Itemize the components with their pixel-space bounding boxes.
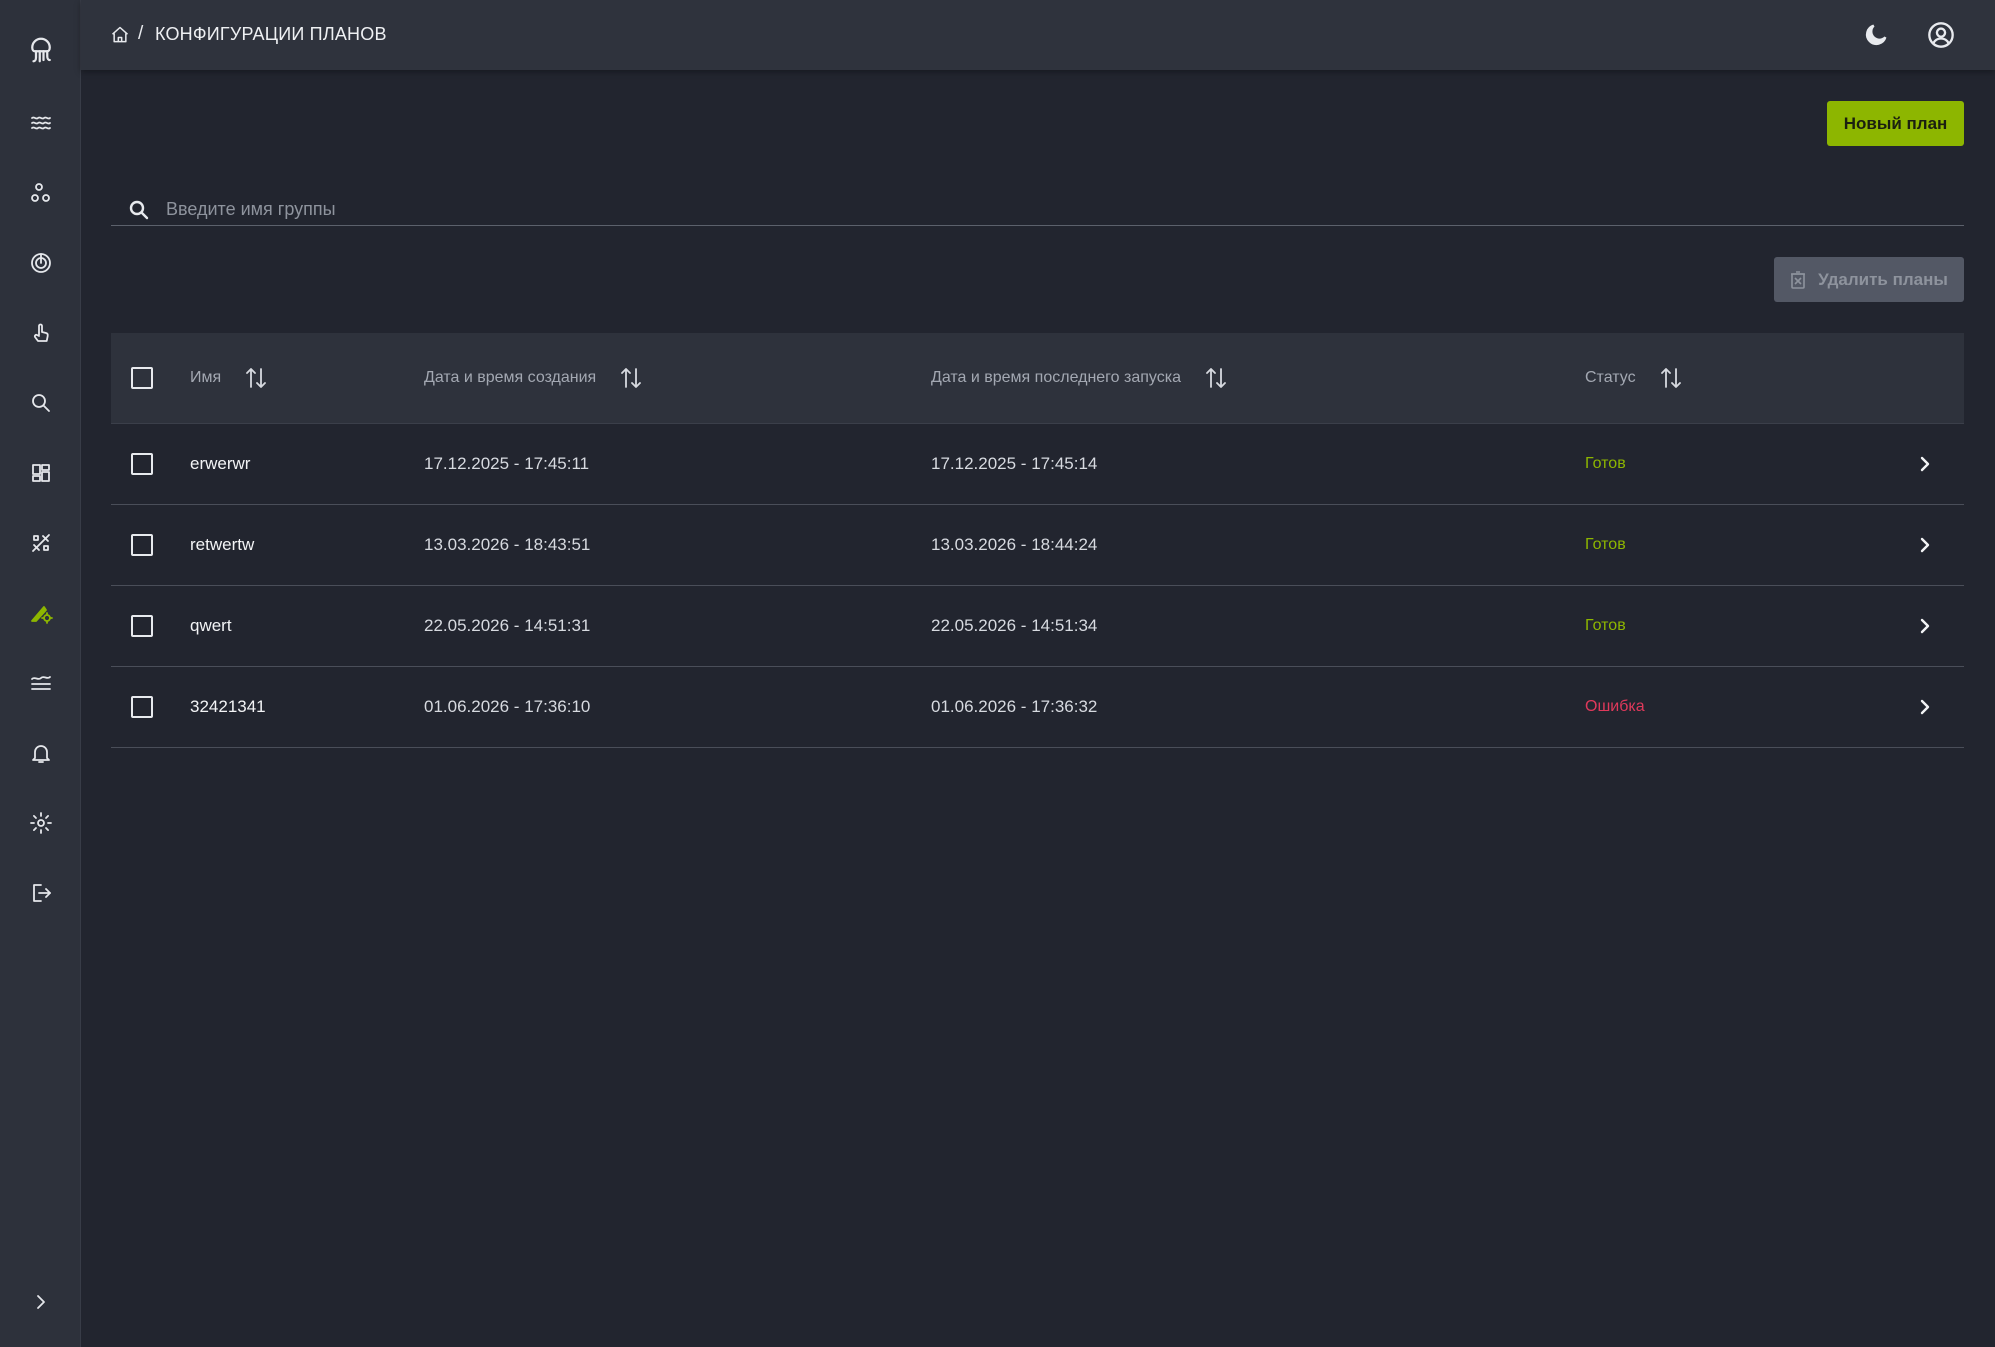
search-bar	[111, 192, 1964, 226]
column-header-last-run: Дата и время последнего запуска	[931, 333, 1227, 423]
group-search-input[interactable]	[166, 196, 1946, 222]
last-run-datetime: 01.06.2026 - 17:36:32	[931, 697, 1098, 716]
patch-icon[interactable]	[0, 515, 81, 571]
expand-sidebar-chevron-right-icon[interactable]	[0, 1274, 81, 1330]
dashboard-icon[interactable]	[0, 445, 81, 501]
table-row[interactable]: erwerwr 17.12.2025 - 17:45:11 17.12.2025…	[111, 424, 1964, 505]
bell-icon[interactable]	[0, 725, 81, 781]
column-label: Имя	[190, 369, 222, 386]
target-icon[interactable]	[0, 235, 81, 291]
table-row[interactable]: retwertw 13.03.2026 - 18:43:51 13.03.202…	[111, 505, 1964, 586]
column-header-created: Дата и время создания	[424, 333, 642, 423]
top-bar: / КОНФИГУРАЦИИ ПЛАНОВ	[81, 0, 1995, 70]
column-header-name: Имя	[190, 333, 267, 423]
column-label: Дата и время последнего запуска	[931, 369, 1181, 386]
breadcrumb-separator: /	[138, 23, 144, 44]
last-run-datetime: 13.03.2026 - 18:44:24	[931, 535, 1098, 554]
created-datetime: 13.03.2026 - 18:43:51	[424, 535, 591, 554]
status-badge: Готов	[1585, 455, 1626, 472]
table-row[interactable]: 32421341 01.06.2026 - 17:36:10 01.06.202…	[111, 667, 1964, 748]
page-title: КОНФИГУРАЦИИ ПЛАНОВ	[155, 24, 387, 44]
select-all-checkbox[interactable]	[131, 367, 153, 389]
user-profile-icon[interactable]	[1924, 18, 1958, 52]
open-row-chevron-right-icon[interactable]	[1916, 698, 1934, 716]
created-datetime: 01.06.2026 - 17:36:10	[424, 697, 591, 716]
plan-config-icon[interactable]	[0, 585, 81, 641]
row-checkbox[interactable]	[131, 453, 153, 475]
delete-plans-button[interactable]: Удалить планы	[1774, 257, 1964, 302]
layers-icon[interactable]	[0, 655, 81, 711]
theme-toggle-moon-icon[interactable]	[1859, 18, 1893, 52]
column-label: Дата и время создания	[424, 369, 597, 386]
sort-arrows-icon[interactable]	[1660, 365, 1682, 391]
last-run-datetime: 22.05.2026 - 14:51:34	[931, 616, 1098, 635]
row-checkbox[interactable]	[131, 534, 153, 556]
last-run-datetime: 17.12.2025 - 17:45:14	[931, 454, 1098, 473]
sort-arrows-icon[interactable]	[620, 365, 642, 391]
search-icon	[129, 200, 149, 220]
app-logo-icon[interactable]	[0, 21, 81, 79]
table-row[interactable]: qwert 22.05.2026 - 14:51:31 22.05.2026 -…	[111, 586, 1964, 667]
waves-icon[interactable]	[0, 95, 81, 151]
column-header-status: Статус	[1585, 333, 1682, 423]
plan-name: retwertw	[190, 535, 255, 554]
status-badge: Ошибка	[1585, 698, 1645, 715]
row-checkbox[interactable]	[131, 696, 153, 718]
gear-icon[interactable]	[0, 795, 81, 851]
sort-arrows-icon[interactable]	[245, 365, 267, 391]
plan-name: 32421341	[190, 697, 266, 716]
delete-plans-label: Удалить планы	[1818, 269, 1948, 289]
plans-table: Имя Дата и время создания Дата и время п…	[111, 333, 1964, 748]
trash-icon	[1791, 270, 1806, 289]
open-row-chevron-right-icon[interactable]	[1916, 536, 1934, 554]
row-checkbox[interactable]	[131, 615, 153, 637]
open-row-chevron-right-icon[interactable]	[1916, 617, 1934, 635]
logout-icon[interactable]	[0, 865, 81, 921]
table-header: Имя Дата и время создания Дата и время п…	[111, 333, 1964, 424]
search-icon[interactable]	[0, 375, 81, 431]
pointer-hand-icon[interactable]	[0, 305, 81, 361]
plan-name: erwerwr	[190, 454, 251, 473]
sidebar	[0, 0, 81, 1347]
nodes-icon[interactable]	[0, 165, 81, 221]
plan-name: qwert	[190, 616, 232, 635]
status-badge: Готов	[1585, 536, 1626, 553]
new-plan-button[interactable]: Новый план	[1827, 101, 1964, 146]
created-datetime: 17.12.2025 - 17:45:11	[424, 454, 590, 473]
open-row-chevron-right-icon[interactable]	[1916, 455, 1934, 473]
column-label: Статус	[1585, 369, 1636, 386]
home-icon[interactable]	[109, 24, 131, 46]
created-datetime: 22.05.2026 - 14:51:31	[424, 616, 591, 635]
sort-arrows-icon[interactable]	[1205, 365, 1227, 391]
status-badge: Готов	[1585, 617, 1626, 634]
